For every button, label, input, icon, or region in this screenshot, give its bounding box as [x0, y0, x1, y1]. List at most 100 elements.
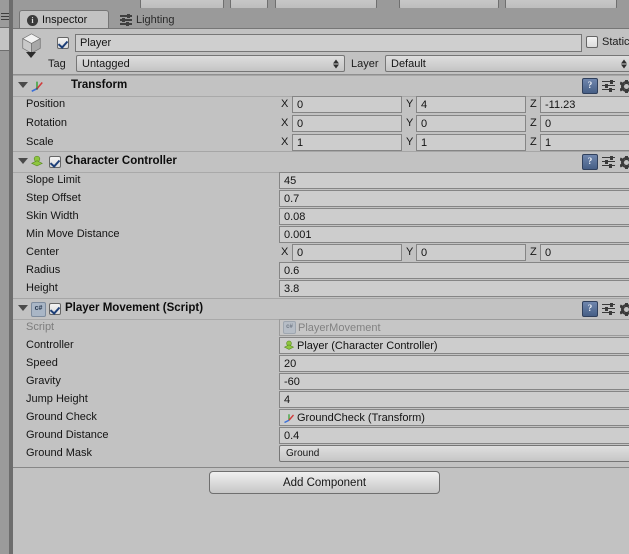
- character-controller-icon: [31, 155, 43, 167]
- add-component-button[interactable]: Add Component: [209, 471, 440, 494]
- help-book-icon[interactable]: ?: [582, 78, 598, 94]
- center-z-input[interactable]: 0: [540, 244, 629, 261]
- rotation-x-input[interactable]: 0: [292, 115, 402, 132]
- axis-label-x: X: [281, 136, 289, 148]
- script-value: PlayerMovement: [298, 321, 381, 334]
- row-script: Script c# PlayerMovement: [13, 319, 629, 337]
- component-header-icons-player-movement: ?: [582, 301, 629, 317]
- speed-input[interactable]: 20: [279, 355, 629, 372]
- axis-label-y: Y: [406, 98, 414, 110]
- layer-dropdown[interactable]: Default: [385, 55, 629, 72]
- add-component-divider: [13, 467, 629, 468]
- row-controller: Controller Player (Character Controller): [13, 337, 629, 355]
- axis-label-x: X: [281, 246, 289, 258]
- height-input[interactable]: 3.8: [279, 280, 629, 297]
- tag-value: Untagged: [82, 57, 130, 70]
- axis-label-x: X: [281, 98, 289, 110]
- preset-icon[interactable]: [602, 79, 616, 93]
- row-label-scale: Scale: [26, 136, 54, 148]
- scale-x-input[interactable]: 1: [292, 134, 402, 151]
- foldout-character-controller-icon[interactable]: [18, 158, 28, 164]
- rotation-z-input[interactable]: 0: [540, 115, 629, 132]
- min-move-distance-input[interactable]: 0.001: [279, 226, 629, 243]
- row-gravity: Gravity -60: [13, 373, 629, 391]
- layer-label: Layer: [351, 58, 379, 70]
- help-book-icon[interactable]: ?: [582, 154, 598, 170]
- ground-distance-input[interactable]: 0.4: [279, 427, 629, 444]
- row-label-ground-check: Ground Check: [26, 411, 97, 423]
- row-speed: Speed 20: [13, 355, 629, 373]
- gravity-input[interactable]: -60: [279, 373, 629, 390]
- info-icon: i: [27, 14, 38, 26]
- row-slope-limit: Slope Limit 45: [13, 172, 629, 190]
- foldout-transform-icon[interactable]: [18, 82, 28, 88]
- toolbar-button-1[interactable]: [140, 0, 224, 8]
- row-step-offset: Step Offset 0.7: [13, 190, 629, 208]
- tab-lighting[interactable]: Lighting: [113, 10, 199, 29]
- slope-limit-input[interactable]: 45: [279, 172, 629, 189]
- scale-z-input[interactable]: 1: [540, 134, 629, 151]
- gear-icon[interactable]: [620, 79, 629, 93]
- gameobject-active-checkbox[interactable]: [57, 37, 69, 49]
- row-scale: Scale X 1 Y 1 Z 1: [13, 134, 629, 152]
- radius-input[interactable]: 0.6: [279, 262, 629, 279]
- controller-object-field[interactable]: Player (Character Controller): [279, 337, 629, 354]
- row-ground-mask: Ground Mask Ground: [13, 445, 629, 463]
- character-controller-enabled-checkbox[interactable]: [49, 156, 61, 168]
- tag-dropdown[interactable]: Untagged: [76, 55, 345, 72]
- gameobject-name-input[interactable]: Player: [75, 34, 582, 52]
- help-book-icon[interactable]: ?: [582, 301, 598, 317]
- position-y-input[interactable]: 4: [416, 96, 526, 113]
- panel-hamburger-icon[interactable]: [1, 13, 9, 20]
- axis-label-z: Z: [530, 246, 537, 258]
- gameobject-name-value: Player: [80, 37, 112, 49]
- row-label-min-move-distance: Min Move Distance: [26, 228, 120, 240]
- axis-label-z: Z: [530, 136, 537, 148]
- toolbar-button-2[interactable]: [230, 0, 268, 8]
- row-ground-distance: Ground Distance 0.4: [13, 427, 629, 445]
- axis-label-y: Y: [406, 246, 414, 258]
- row-label-rotation: Rotation: [26, 117, 67, 129]
- center-y-input[interactable]: 0: [416, 244, 526, 261]
- static-checkbox[interactable]: [586, 36, 598, 48]
- preset-icon[interactable]: [602, 302, 616, 316]
- skin-width-input[interactable]: 0.08: [279, 208, 629, 225]
- transform-axis-icon: [284, 413, 295, 423]
- gear-icon[interactable]: [620, 302, 629, 316]
- row-label-speed: Speed: [26, 357, 58, 369]
- inspector-empty-area: [13, 499, 629, 554]
- jump-height-input[interactable]: 4: [279, 391, 629, 408]
- row-radius: Radius 0.6: [13, 262, 629, 280]
- rotation-y-input[interactable]: 0: [416, 115, 526, 132]
- component-header-character-controller[interactable]: Character Controller ?: [13, 151, 629, 173]
- scale-y-input[interactable]: 1: [416, 134, 526, 151]
- row-label-gravity: Gravity: [26, 375, 61, 387]
- inspector-panel: Player Static Tag Untagged Layer Default: [13, 28, 629, 554]
- foldout-player-movement-icon[interactable]: [18, 305, 28, 311]
- character-controller-icon: [283, 340, 295, 350]
- tab-inspector[interactable]: i Inspector: [19, 10, 109, 29]
- chevron-updown-icon: [333, 58, 340, 69]
- axis-label-y: Y: [406, 136, 414, 148]
- player-movement-enabled-checkbox[interactable]: [49, 303, 61, 315]
- component-header-player-movement[interactable]: c# Player Movement (Script) ?: [13, 298, 629, 320]
- preset-icon[interactable]: [602, 155, 616, 169]
- toolbar-button-5[interactable]: [505, 0, 617, 8]
- position-x-input[interactable]: 0: [292, 96, 402, 113]
- lighting-icon: [120, 14, 132, 26]
- row-label-ground-mask: Ground Mask: [26, 447, 93, 459]
- axis-label-x: X: [281, 117, 289, 129]
- axis-label-z: Z: [530, 117, 537, 129]
- gear-icon[interactable]: [620, 155, 629, 169]
- toolbar-button-4[interactable]: [399, 0, 499, 8]
- row-label-ground-distance: Ground Distance: [26, 429, 109, 441]
- ground-mask-dropdown[interactable]: Ground: [279, 445, 629, 462]
- step-offset-input[interactable]: 0.7: [279, 190, 629, 207]
- center-x-input[interactable]: 0: [292, 244, 402, 261]
- position-z-input[interactable]: -11.23: [540, 96, 629, 113]
- tab-bar: i Inspector Lighting: [13, 8, 629, 29]
- row-height: Height 3.8: [13, 280, 629, 298]
- ground-check-object-field[interactable]: GroundCheck (Transform): [279, 409, 629, 426]
- component-header-transform[interactable]: Transform ?: [13, 75, 629, 97]
- toolbar-button-3[interactable]: [275, 0, 377, 8]
